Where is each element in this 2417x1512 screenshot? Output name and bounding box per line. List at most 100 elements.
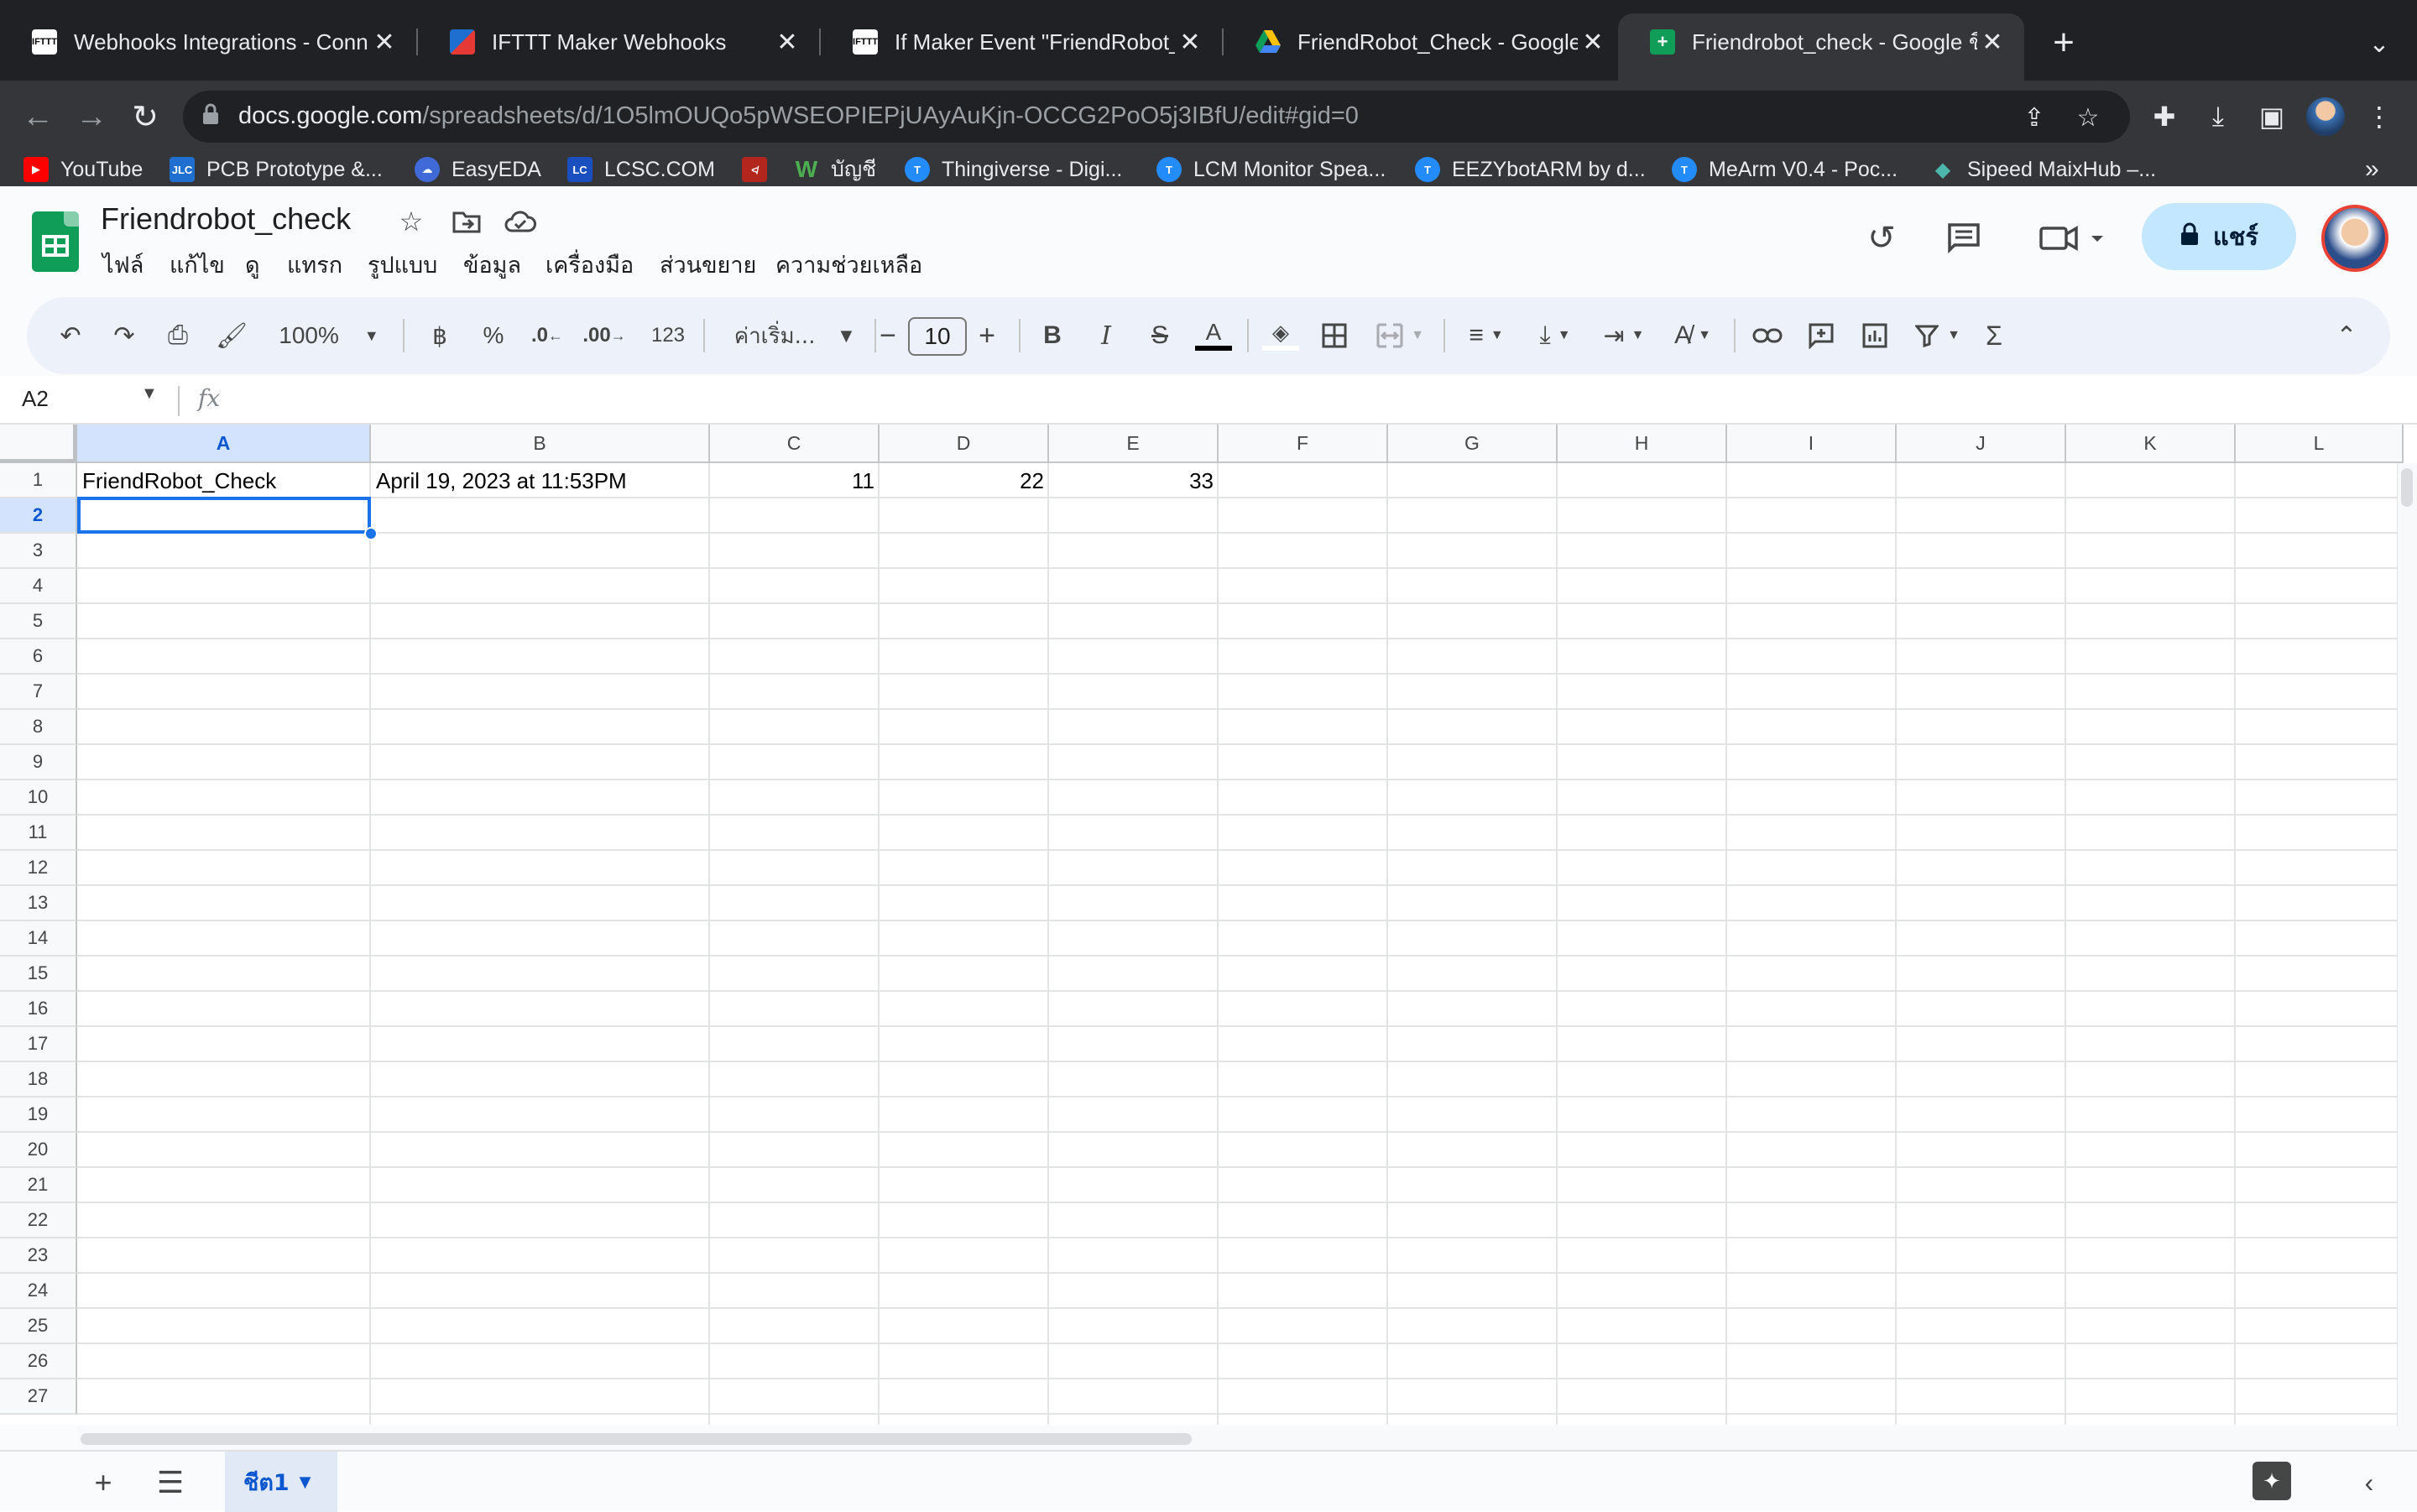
row-header-4[interactable]: 4 (0, 569, 77, 604)
menu-view[interactable]: ดู (245, 247, 260, 283)
close-tab-icon[interactable]: ✕ (772, 27, 802, 57)
row-header-2[interactable]: 2 (0, 498, 77, 534)
redo-icon[interactable]: ↷ (104, 315, 144, 356)
tab-maker-event[interactable]: IFTTT If Maker Event "FriendRobot_C ✕ (821, 13, 1222, 70)
decrease-decimal-button[interactable]: .0 ← (527, 315, 567, 356)
fill-color-icon[interactable]: ◈ (1261, 315, 1301, 356)
sheets-logo-icon[interactable] (32, 211, 79, 272)
cell-C1[interactable]: 11 (710, 463, 880, 498)
column-header-b[interactable]: B (371, 425, 710, 463)
menu-data[interactable]: ข้อมูล (463, 247, 521, 283)
back-icon[interactable]: ← (17, 96, 59, 138)
row-header-15[interactable]: 15 (0, 957, 77, 992)
tab-google-sheets-active[interactable]: + Friendrobot_check - Google ชีต ✕ (1618, 13, 2024, 81)
row-header-18[interactable]: 18 (0, 1062, 77, 1098)
column-header-l[interactable]: L (2236, 425, 2404, 463)
bookmark-red-logo[interactable]: ≮ (742, 153, 779, 186)
row-header-17[interactable]: 17 (0, 1027, 77, 1062)
row-header-9[interactable]: 9 (0, 745, 77, 780)
name-box[interactable]: A2 (22, 386, 49, 412)
insert-comment-icon[interactable] (1801, 315, 1841, 356)
row-header-26[interactable]: 26 (0, 1344, 77, 1379)
insert-link-icon[interactable] (1747, 315, 1788, 356)
font-size-input[interactable]: 10 (908, 317, 967, 356)
column-header-k[interactable]: K (2066, 425, 2236, 463)
document-title[interactable]: Friendrobot_check (101, 201, 351, 237)
select-all-corner[interactable] (0, 425, 77, 463)
column-header-f[interactable]: F (1219, 425, 1388, 463)
bookmark-star-icon[interactable]: ☆ (2071, 101, 2105, 134)
bookmark-youtube[interactable]: ▶ YouTube (23, 153, 143, 186)
row-header-24[interactable]: 24 (0, 1274, 77, 1309)
row-header-12[interactable]: 12 (0, 851, 77, 886)
menu-edit[interactable]: แก้ไข (170, 247, 225, 283)
bookmark-lcsc[interactable]: LC LCSC.COM (567, 153, 715, 186)
menu-format[interactable]: รูปแบบ (368, 247, 437, 283)
column-header-g[interactable]: G (1388, 425, 1558, 463)
column-header-j[interactable]: J (1897, 425, 2066, 463)
decrease-font-size-icon[interactable]: − (871, 315, 905, 356)
row-header-13[interactable]: 13 (0, 886, 77, 921)
side-panel-toggle-icon[interactable]: ‹ (2350, 1463, 2388, 1502)
paint-format-icon[interactable]: 🖌 (211, 315, 252, 356)
menu-insert[interactable]: แทรก (287, 247, 342, 283)
download-icon[interactable]: ⤓ (2197, 96, 2239, 138)
increase-decimal-button[interactable]: .00 → (581, 315, 628, 356)
extensions-puzzle-icon[interactable]: ✚ (2143, 96, 2185, 138)
borders-icon[interactable] (1314, 315, 1355, 356)
cell-A1[interactable]: FriendRobot_Check (77, 463, 371, 498)
tab-google-drive[interactable]: FriendRobot_Check - Google Ti ✕ (1224, 13, 1625, 70)
explore-icon[interactable]: ✦ (2253, 1462, 2291, 1500)
menu-tools[interactable]: เครื่องมือ (546, 247, 634, 283)
print-icon[interactable]: ⎙ (158, 315, 198, 356)
row-header-8[interactable]: 8 (0, 710, 77, 745)
add-sheet-icon[interactable]: + (84, 1463, 123, 1502)
forward-icon[interactable]: → (70, 96, 112, 138)
row-header-14[interactable]: 14 (0, 921, 77, 957)
address-bar[interactable]: docs.google.com/spreadsheets/d/1O5lmOUQo… (183, 91, 2130, 143)
horizontal-scrollbar[interactable] (77, 1426, 2417, 1450)
row-header-27[interactable]: 27 (0, 1379, 77, 1415)
close-tab-icon[interactable]: ✕ (1977, 27, 2007, 57)
bookmark-eezybotarm[interactable]: T EEZYbotARM by d... (1415, 153, 1646, 186)
share-page-icon[interactable]: ⇪ (2018, 101, 2051, 134)
percent-format-button[interactable]: % (477, 315, 510, 356)
font-family-select[interactable]: ค่าเริ่ม... ▼ (723, 315, 863, 356)
all-sheets-icon[interactable]: ☰ (151, 1463, 190, 1502)
bookmark-lcm-monitor[interactable]: T LCM Monitor Spea... (1156, 153, 1386, 186)
row-header-11[interactable]: 11 (0, 816, 77, 851)
side-panel-icon[interactable]: ▣ (2251, 96, 2293, 138)
vertical-scroll-thumb[interactable] (2401, 468, 2413, 507)
collapse-toolbar-icon[interactable]: ⌃ (2326, 315, 2367, 356)
menu-file[interactable]: ไฟล์ (102, 247, 144, 283)
column-header-c[interactable]: C (710, 425, 880, 463)
meet-video-icon[interactable] (2031, 215, 2115, 262)
selected-cell-outline[interactable] (77, 497, 371, 534)
tab-search-chevron-icon[interactable]: ⌄ (2358, 25, 2400, 62)
row-header-19[interactable]: 19 (0, 1098, 77, 1133)
column-header-h[interactable]: H (1558, 425, 1727, 463)
tab-webhooks-integrations[interactable]: IFTTT Webhooks Integrations - Conn ✕ (0, 13, 416, 70)
column-header-d[interactable]: D (880, 425, 1049, 463)
row-header-16[interactable]: 16 (0, 992, 77, 1027)
account-avatar[interactable] (2321, 205, 2388, 272)
menu-help[interactable]: ความช่วยเหลือ (775, 247, 922, 283)
insert-chart-icon[interactable] (1855, 315, 1895, 356)
browser-profile-avatar[interactable] (2306, 97, 2345, 136)
cloud-saved-icon[interactable] (504, 205, 537, 238)
comments-icon[interactable] (1940, 215, 1987, 262)
version-history-icon[interactable]: ↺ (1858, 215, 1905, 262)
strikethrough-icon[interactable]: S (1140, 315, 1180, 356)
bookmark-pcb-prototype[interactable]: JLC PCB Prototype &... (170, 153, 383, 186)
tab-ifttt-maker-webhooks[interactable]: IFTTT Maker Webhooks ✕ (418, 13, 819, 70)
increase-font-size-icon[interactable]: + (970, 315, 1004, 356)
new-tab-icon[interactable]: + (2043, 22, 2085, 64)
row-header-22[interactable]: 22 (0, 1203, 77, 1238)
bookmark-thingiverse[interactable]: T Thingiverse - Digi... (905, 153, 1122, 186)
row-header-1[interactable]: 1 (0, 463, 77, 498)
bookmarks-overflow-icon[interactable]: » (2365, 153, 2379, 186)
browser-menu-icon[interactable]: ⋮ (2358, 96, 2400, 138)
horizontal-align-icon[interactable]: ≡ ▼ (1457, 315, 1516, 356)
row-header-23[interactable]: 23 (0, 1238, 77, 1274)
undo-icon[interactable]: ↶ (50, 315, 91, 356)
